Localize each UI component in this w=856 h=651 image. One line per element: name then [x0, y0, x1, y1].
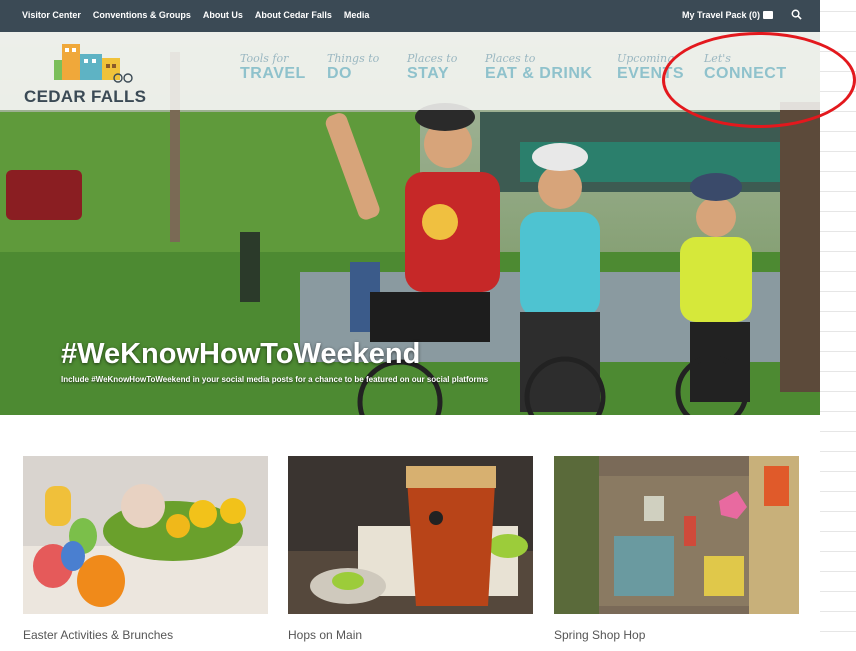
utility-bar: Visitor Center Conventions & Groups Abou…	[0, 0, 820, 32]
travel-pack-link[interactable]: My Travel Pack (0)	[682, 10, 773, 20]
red-annotation-circle	[662, 32, 856, 128]
nav-item-label: EAT & DRINK	[485, 65, 593, 82]
search-icon[interactable]	[791, 9, 802, 20]
hero-hashtag: #WeKnowHowToWeekend	[61, 338, 421, 370]
utility-link-media[interactable]: Media	[344, 10, 370, 20]
nav-things-to-do[interactable]: Things to DO	[327, 52, 380, 83]
utility-right: My Travel Pack (0)	[682, 9, 802, 20]
hero-subtitle: Include #WeKnowHowToWeekend in your soci…	[61, 375, 489, 384]
shop-photo	[554, 456, 799, 614]
nav-tools-for-travel[interactable]: Tools for TRAVEL	[240, 52, 306, 83]
card-caption-hops[interactable]: Hops on Main	[288, 628, 362, 642]
card-caption-easter[interactable]: Easter Activities & Brunches	[23, 628, 173, 642]
easter-photo	[23, 456, 268, 614]
nav-item-label: STAY	[407, 65, 450, 82]
card-easter-image[interactable]	[23, 456, 268, 614]
card-hops-image[interactable]	[288, 456, 533, 614]
utility-links: Visitor Center Conventions & Groups Abou…	[22, 10, 369, 20]
nav-places-to-stay[interactable]: Places to STAY	[407, 52, 458, 83]
nav-item-label: TRAVEL	[240, 65, 306, 82]
card-shop-hop-image[interactable]	[554, 456, 799, 614]
travel-pack-label: My Travel Pack (0)	[681, 9, 760, 20]
utility-link-about-cedar-falls[interactable]: About Cedar Falls	[255, 10, 332, 20]
logo-text[interactable]: CEDAR FALLS	[24, 87, 146, 107]
nav-item-small-label: Things to	[327, 52, 380, 65]
utility-link-about-us[interactable]: About Us	[203, 10, 243, 20]
utility-link-conventions[interactable]: Conventions & Groups	[93, 10, 191, 20]
nav-places-to-eat-drink[interactable]: Places to EAT & DRINK	[485, 52, 593, 83]
nav-item-small-label: Tools for	[240, 52, 289, 65]
suitcase-icon	[763, 11, 773, 20]
nav-item-label: DO	[327, 65, 352, 82]
beer-photo	[288, 456, 533, 614]
nav-item-small-label: Places to	[407, 52, 458, 65]
card-caption-shop-hop[interactable]: Spring Shop Hop	[554, 628, 645, 642]
nav-item-small-label: Places to	[485, 52, 536, 65]
utility-link-visitor-center[interactable]: Visitor Center	[22, 10, 81, 20]
